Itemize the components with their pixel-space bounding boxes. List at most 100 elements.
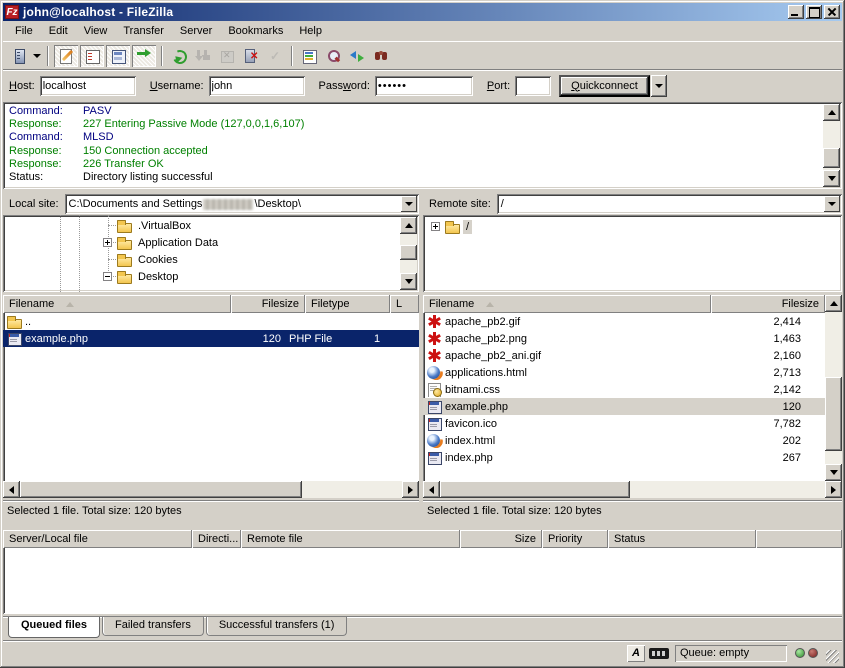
password-input[interactable] — [375, 76, 473, 96]
scroll-up-button[interactable] — [400, 217, 417, 234]
quickconnect-dropdown[interactable] — [651, 75, 667, 97]
file-row[interactable]: apache_pb2_ani.gif 2,160 — [423, 347, 825, 364]
title-bar[interactable]: Fz john@localhost - FileZilla — [3, 3, 842, 21]
menu-view[interactable]: View — [76, 23, 116, 39]
menu-edit[interactable]: Edit — [41, 23, 76, 39]
toggle-local-tree-button[interactable] — [80, 45, 104, 67]
menu-transfer[interactable]: Transfer — [115, 23, 172, 39]
tree-item-label[interactable]: .VirtualBox — [135, 219, 194, 233]
menu-bookmarks[interactable]: Bookmarks — [220, 23, 291, 39]
column-header-priority[interactable]: Priority — [542, 530, 608, 548]
toggle-transfer-queue-button[interactable] — [132, 45, 156, 67]
file-row[interactable]: favicon.ico 7,782 — [423, 415, 825, 432]
file-row[interactable]: apache_pb2.png 1,463 — [423, 330, 825, 347]
tree-expander[interactable] — [103, 238, 112, 247]
refresh-button[interactable] — [167, 45, 191, 67]
log-scrollbar[interactable] — [823, 104, 840, 187]
file-row[interactable]: index.html 202 — [423, 432, 825, 449]
scrollbar-thumb[interactable] — [440, 481, 630, 498]
combobox-dropdown[interactable] — [824, 196, 840, 212]
column-header-filesize[interactable]: Filesize — [231, 295, 305, 313]
file-search-button[interactable] — [321, 45, 345, 67]
menu-help[interactable]: Help — [291, 23, 330, 39]
file-row-parent-dir[interactable]: .. — [3, 313, 419, 330]
remote-directory-tree[interactable]: / — [423, 215, 842, 292]
tree-expander[interactable] — [431, 222, 440, 231]
scroll-down-button[interactable] — [823, 170, 840, 187]
close-icon[interactable] — [824, 5, 840, 19]
file-row[interactable]: index.php 267 — [423, 449, 825, 466]
tree-item[interactable]: .VirtualBox — [103, 217, 194, 234]
tree-item[interactable]: Desktop — [103, 268, 181, 285]
scroll-up-button[interactable] — [823, 104, 840, 121]
scrollbar-thumb[interactable] — [400, 245, 417, 260]
scrollbar-thumb[interactable] — [823, 148, 840, 168]
transfer-queue-list[interactable] — [3, 548, 842, 614]
speed-limits-icon[interactable] — [649, 648, 669, 659]
remote-site-combobox[interactable]: / — [497, 194, 842, 214]
file-row[interactable]: applications.html 2,713 — [423, 364, 825, 381]
column-header-size[interactable]: Size — [460, 530, 542, 548]
tree-item-label[interactable]: Application Data — [135, 236, 221, 250]
tree-expander[interactable] — [103, 272, 112, 281]
column-header-filetype[interactable]: Filetype — [305, 295, 390, 313]
data-type-indicator-icon[interactable]: A — [627, 645, 645, 662]
quickconnect-button[interactable]: Quickconnect — [559, 75, 650, 97]
port-input[interactable] — [515, 76, 551, 96]
scroll-down-button[interactable] — [400, 273, 417, 290]
file-row-selected[interactable]: example.php 120 PHP File 1 — [3, 330, 419, 347]
process-queue-button[interactable] — [191, 45, 215, 67]
site-manager-button[interactable] — [7, 45, 31, 67]
toggle-remote-tree-button[interactable] — [106, 45, 130, 67]
file-row-selected[interactable]: example.php 120 — [423, 398, 825, 415]
cancel-operation-button[interactable] — [215, 45, 239, 67]
column-header-filesize[interactable]: Filesize — [711, 295, 825, 313]
tree-item[interactable]: Application Data — [103, 234, 221, 251]
tab-failed-transfers[interactable]: Failed transfers — [102, 617, 204, 636]
toggle-message-log-button[interactable] — [54, 45, 78, 67]
column-header-filename[interactable]: Filename — [423, 295, 711, 313]
host-input[interactable] — [40, 76, 136, 96]
site-manager-dropdown[interactable] — [31, 45, 43, 67]
synchronized-browsing-button[interactable] — [369, 45, 393, 67]
minimize-icon[interactable] — [788, 5, 804, 19]
message-log[interactable]: Command:PASV Response:227 Entering Passi… — [3, 102, 842, 189]
tree-item[interactable]: / — [431, 218, 472, 235]
file-row[interactable]: bitnami.css 2,142 — [423, 381, 825, 398]
column-header-filename[interactable]: Filename — [3, 295, 231, 313]
local-site-combobox[interactable]: C:\Documents and Settings\Desktop\ — [65, 194, 419, 214]
file-row[interactable]: apache_pb2.gif 2,414 — [423, 313, 825, 330]
disconnect-button[interactable] — [239, 45, 263, 67]
filter-button[interactable] — [297, 45, 321, 67]
remote-list-scrollbar[interactable] — [825, 295, 842, 481]
column-header-direction[interactable]: Directi... — [192, 530, 241, 548]
local-list-hscrollbar[interactable] — [3, 481, 419, 498]
tree-item-label[interactable]: / — [463, 220, 472, 234]
local-tree-scrollbar[interactable] — [400, 217, 417, 290]
scroll-right-button[interactable] — [825, 481, 842, 498]
column-header-server-local-file[interactable]: Server/Local file — [3, 530, 192, 548]
menu-server[interactable]: Server — [172, 23, 220, 39]
scrollbar-thumb[interactable] — [20, 481, 302, 498]
reconnect-button[interactable] — [263, 45, 287, 67]
menu-file[interactable]: File — [7, 23, 41, 39]
local-file-list[interactable]: .. example.php 120 PHP File 1 — [3, 313, 419, 481]
column-header-status[interactable]: Status — [608, 530, 756, 548]
local-directory-tree[interactable]: .VirtualBox Application Data Cookies Des… — [3, 215, 419, 292]
column-header-remote-file[interactable]: Remote file — [241, 530, 460, 548]
tree-item-label[interactable]: Desktop — [135, 270, 181, 284]
remote-file-list[interactable]: apache_pb2.gif 2,414 apache_pb2.png 1,46… — [423, 313, 825, 481]
remote-list-hscrollbar[interactable] — [423, 481, 842, 498]
tab-successful-transfers[interactable]: Successful transfers (1) — [206, 617, 348, 636]
column-header-last-modified[interactable]: L — [390, 295, 419, 313]
scroll-left-button[interactable] — [3, 481, 20, 498]
scroll-down-button[interactable] — [825, 464, 842, 481]
scroll-right-button[interactable] — [402, 481, 419, 498]
tree-item[interactable]: Cookies — [103, 251, 181, 268]
scroll-up-button[interactable] — [825, 295, 842, 312]
tab-queued-files[interactable]: Queued files — [8, 617, 100, 638]
username-input[interactable] — [209, 76, 305, 96]
scrollbar-thumb[interactable] — [825, 377, 842, 451]
directory-comparison-button[interactable] — [345, 45, 369, 67]
combobox-dropdown[interactable] — [401, 196, 417, 212]
